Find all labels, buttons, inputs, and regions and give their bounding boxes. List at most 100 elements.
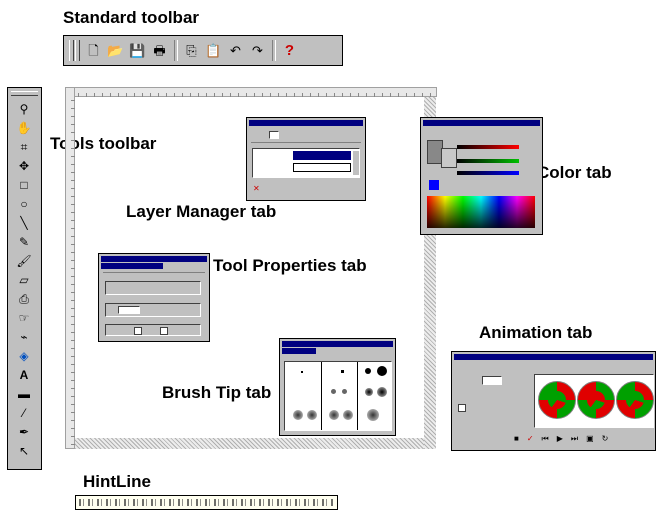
frame-icon[interactable]: ▣ [586, 434, 594, 444]
palette-title-bar[interactable] [454, 354, 653, 360]
red-slider[interactable] [457, 145, 519, 149]
checkbox[interactable] [160, 327, 168, 335]
animation-frame-1[interactable] [538, 381, 576, 419]
toolbar-grip[interactable] [69, 40, 74, 61]
copy-icon[interactable]: ⎘ [182, 41, 201, 60]
brush-tip-tab-strip[interactable] [282, 348, 316, 354]
layer-opacity-field[interactable] [269, 131, 279, 139]
hand-icon[interactable]: ✋ [11, 118, 37, 137]
animation-controls: ■ ✓ ⏮ ▶ ⏭ ▣ ↻ [514, 434, 654, 444]
printer-icon[interactable]: 🖶 [150, 41, 169, 60]
redo-icon[interactable]: ↷ [248, 41, 267, 60]
rectangle-select-icon[interactable]: □ [11, 175, 37, 194]
blue-slider[interactable] [457, 171, 519, 175]
color-spectrum[interactable] [427, 196, 535, 228]
pencil-icon[interactable]: ✎ [11, 232, 37, 251]
brush-tip-soft[interactable] [342, 389, 347, 394]
tools-toolbar: ⚲ ✋ ⌗ ✥ □ ○ ╲ ✎ 🖌 ▱ ⎙ ☞ ⌁ ◈ A ▬ ⁄ ✒ ↖ [7, 87, 42, 470]
loop-icon[interactable]: ↻ [602, 434, 609, 444]
help-icon[interactable]: ? [280, 41, 299, 60]
layer-list-scrollbar[interactable] [353, 151, 359, 175]
play-icon[interactable]: ▶ [557, 434, 563, 444]
zoom-icon[interactable]: ⚲ [11, 99, 37, 118]
layer-manager-palette: ✕ [246, 117, 366, 201]
ellipse-select-icon[interactable]: ○ [11, 194, 37, 213]
grid-divider [321, 362, 322, 430]
standard-toolbar-label: Standard toolbar [63, 8, 200, 27]
move-icon[interactable]: ✥ [11, 156, 37, 175]
rewind-icon[interactable]: ⏮ [542, 434, 549, 444]
select-arrow-icon[interactable]: ↖ [11, 441, 37, 460]
green-slider[interactable] [457, 159, 519, 163]
save-disk-icon[interactable]: 💾 [128, 41, 147, 60]
palette-title-bar[interactable] [423, 120, 540, 126]
palette-title-bar[interactable] [101, 256, 207, 262]
undo-icon[interactable]: ↶ [226, 41, 245, 60]
brush-tip-soft[interactable] [293, 410, 303, 420]
brush-tip-grid[interactable] [284, 361, 392, 431]
retouch-icon[interactable]: ☞ [11, 308, 37, 327]
toolbar-separator [272, 40, 276, 61]
color-swatch-blue[interactable] [429, 180, 439, 190]
airbrush-icon[interactable]: ✒ [11, 422, 37, 441]
loop-checkbox[interactable] [458, 404, 466, 412]
brush-tip-soft[interactable] [331, 389, 336, 394]
brush-tip-hard[interactable] [341, 370, 344, 373]
paint-mode-row[interactable] [105, 281, 201, 295]
layer-row[interactable] [293, 163, 351, 172]
background-swatch[interactable] [441, 148, 457, 168]
spiral-center [626, 391, 644, 409]
layer-delete-icon[interactable]: ✕ [253, 184, 263, 193]
toolbar-grip[interactable] [11, 91, 38, 96]
color-palette [420, 117, 543, 235]
paste-icon[interactable]: 📋 [204, 41, 223, 60]
layer-row-selected[interactable] [293, 151, 351, 160]
step-icon[interactable]: ⏭ [571, 434, 578, 444]
layer-list[interactable] [252, 148, 360, 178]
brush-tip-round[interactable] [365, 368, 371, 374]
record-icon[interactable]: ✓ [527, 434, 534, 444]
eraser-icon[interactable]: ▱ [11, 270, 37, 289]
new-document-icon[interactable]: 🗋 [84, 41, 103, 60]
options-row[interactable] [105, 324, 201, 336]
horizontal-ruler [65, 87, 437, 97]
brush-tip-soft[interactable] [329, 410, 339, 420]
eyedropper-icon[interactable]: ⌁ [11, 327, 37, 346]
line-shape-icon[interactable]: ⁄ [11, 403, 37, 422]
tool-properties-tab-label: Tool Properties tab [213, 256, 367, 275]
line-icon[interactable]: ╲ [11, 213, 37, 232]
brush-tip-soft[interactable] [377, 387, 387, 397]
frame-strip[interactable] [534, 374, 654, 428]
animation-frame-2[interactable] [577, 381, 615, 419]
palette-title-bar[interactable] [282, 341, 393, 347]
horizontal-scrollbar[interactable] [75, 438, 424, 449]
brush-tip-soft[interactable] [343, 410, 353, 420]
frame-delay-field[interactable] [482, 376, 502, 385]
animation-palette: ■ ✓ ⏮ ▶ ⏭ ▣ ↻ [451, 351, 656, 451]
size-field[interactable] [118, 306, 140, 314]
brush-tip-soft[interactable] [367, 409, 379, 421]
text-icon[interactable]: A [11, 365, 37, 384]
brush-tip-soft[interactable] [365, 388, 373, 396]
properties-tab-strip[interactable] [101, 263, 163, 269]
animation-frame-3[interactable] [616, 381, 654, 419]
hintline-bar [75, 495, 338, 510]
brush-tip-tab-label: Brush Tip tab [162, 383, 272, 402]
brush-tip-hard[interactable] [301, 371, 303, 373]
palette-title-bar[interactable] [249, 120, 363, 126]
fill-icon[interactable]: ◈ [11, 346, 37, 365]
toolbar-grip[interactable] [75, 40, 80, 61]
vertical-ruler [65, 87, 75, 449]
clone-icon[interactable]: ⎙ [11, 289, 37, 308]
checkbox[interactable] [134, 327, 142, 335]
crop-icon[interactable]: ⌗ [11, 137, 37, 156]
brush-icon[interactable]: 🖌 [11, 251, 37, 270]
brush-tip-round[interactable] [377, 366, 387, 376]
stop-icon[interactable]: ■ [514, 434, 519, 444]
shape-icon[interactable]: ▬ [11, 384, 37, 403]
hintline-label: HintLine [83, 472, 151, 491]
size-row[interactable] [105, 303, 201, 317]
open-folder-icon[interactable]: 📂 [106, 41, 125, 60]
brush-tip-soft[interactable] [307, 410, 317, 420]
spiral-center [587, 391, 605, 409]
